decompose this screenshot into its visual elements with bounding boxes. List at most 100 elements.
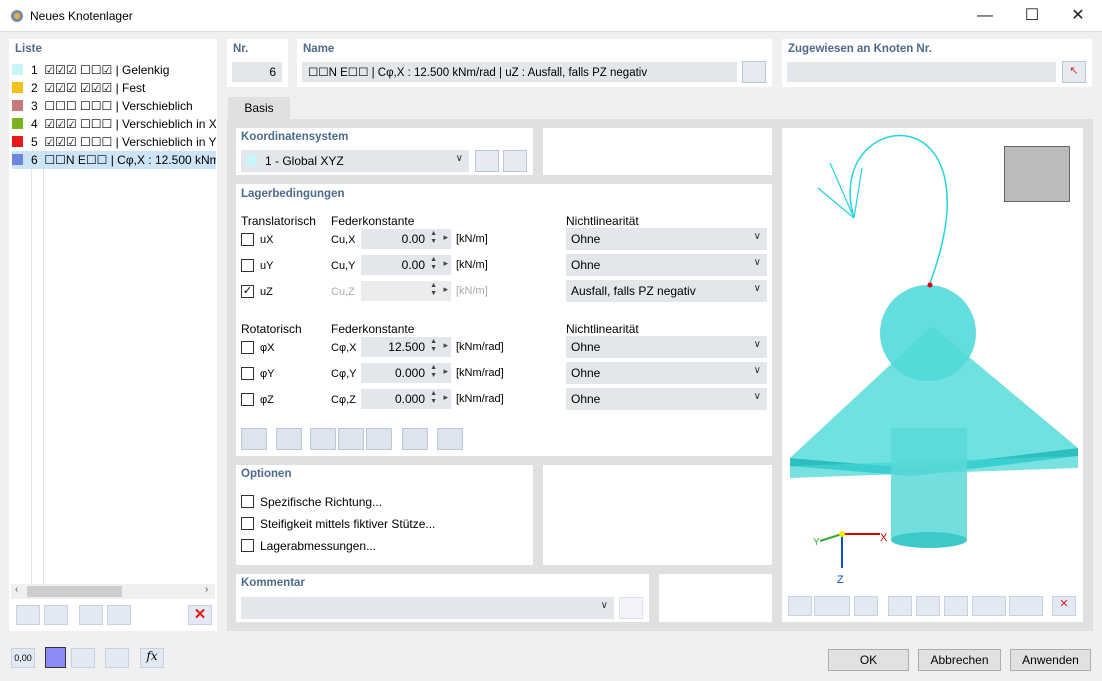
spring-input[interactable]: 0.00 ▲ ▼ ▸ bbox=[361, 255, 451, 275]
nonlinearity-select[interactable]: Ohne ∨ bbox=[566, 336, 767, 358]
nonlinearity-select[interactable]: Ohne ∨ bbox=[566, 388, 767, 410]
horizontal-scrollbar[interactable]: ‹ › bbox=[11, 584, 215, 599]
support-sliding-y-icon[interactable] bbox=[366, 428, 392, 450]
coord-select[interactable]: 1 - Global XYZ ∨ bbox=[241, 150, 469, 172]
option-checkbox[interactable] bbox=[241, 495, 254, 508]
nonlinearity-select[interactable]: Ohne ∨ bbox=[566, 362, 767, 384]
option-checkbox[interactable] bbox=[241, 517, 254, 530]
close-button[interactable]: ✕ bbox=[1055, 0, 1101, 32]
nonlinearity-value: Ohne bbox=[571, 340, 601, 354]
spring-symbol: Cφ,Y bbox=[331, 368, 357, 380]
view-reset-icon[interactable]: ✕ bbox=[1052, 596, 1076, 616]
list-item-text: ☐☐☐ ☐☐☐ | Verschieblich bbox=[44, 99, 193, 113]
spinner-icon[interactable]: ▲ ▼ bbox=[430, 364, 437, 380]
view-z-icon[interactable] bbox=[944, 596, 968, 616]
view-cube[interactable] bbox=[1004, 146, 1070, 202]
nonlinearity-select[interactable]: Ohne ∨ bbox=[566, 254, 767, 276]
new-item-icon[interactable] bbox=[16, 605, 40, 625]
chevron-right-icon[interactable]: ▸ bbox=[443, 392, 448, 403]
preview-3d[interactable]: X Y Z ✕ bbox=[782, 128, 1083, 622]
options-label: Optionen bbox=[241, 468, 292, 480]
spring-input[interactable]: 0.00 ▲ ▼ ▸ bbox=[361, 229, 451, 249]
color-icon[interactable] bbox=[45, 647, 66, 668]
rot-nonlin-label: Nichtlinearität bbox=[566, 322, 639, 336]
copy-item-icon[interactable] bbox=[44, 605, 68, 625]
assigned-field[interactable] bbox=[787, 62, 1056, 82]
minimize-button[interactable]: — bbox=[962, 0, 1008, 32]
ok-button[interactable]: OK bbox=[828, 649, 909, 671]
nonlinearity-select[interactable]: Ohne ∨ bbox=[566, 228, 767, 250]
cancel-button[interactable]: Abbrechen bbox=[918, 649, 1001, 671]
comment-library-icon[interactable] bbox=[619, 597, 643, 619]
trans-spring-label: Federkonstante bbox=[331, 214, 415, 228]
option-label: Steifigkeit mittels fiktiver Stütze... bbox=[260, 517, 436, 531]
nonlinearity-select[interactable]: Ausfall, falls PZ negativ ∨ bbox=[566, 280, 767, 302]
chevron-right-icon[interactable]: ▸ bbox=[443, 340, 448, 351]
view-options-icon[interactable] bbox=[814, 596, 850, 616]
trans-nonlin-label: Nichtlinearität bbox=[566, 214, 639, 228]
list-item[interactable]: 3 ☐☐☐ ☐☐☐ | Verschieblich bbox=[12, 97, 216, 115]
check-all-icon[interactable] bbox=[79, 605, 103, 625]
support-free-icon[interactable] bbox=[241, 428, 267, 450]
apply-button[interactable]: Anwenden bbox=[1010, 649, 1091, 671]
spinner-icon[interactable]: ▲ ▼ bbox=[430, 390, 437, 406]
chevron-right-icon[interactable]: ▸ bbox=[443, 258, 448, 269]
support-checkbox[interactable] bbox=[241, 233, 254, 246]
chevron-right-icon[interactable]: ▸ bbox=[443, 284, 448, 295]
list-item[interactable]: 2 ☑☑☑ ☑☑☑ | Fest bbox=[12, 79, 216, 97]
list-item-text: ☑☑☑ ☑☑☑ | Fest bbox=[44, 81, 146, 95]
view-x-icon[interactable] bbox=[888, 596, 912, 616]
tab-basis[interactable]: Basis bbox=[228, 97, 290, 120]
list-item[interactable]: 1 ☑☑☑ ☐☐☑ | Gelenkig bbox=[12, 61, 216, 79]
nr-panel: Nr. 6 bbox=[227, 39, 288, 87]
view-projection-icon[interactable] bbox=[1009, 596, 1043, 616]
scrollbar-thumb[interactable] bbox=[27, 586, 122, 597]
list-item[interactable]: 6 ☐☐N E☐☐ | Cφ,X : 12.500 kNm/ bbox=[12, 151, 216, 169]
units-icon[interactable]: 0,00 bbox=[11, 648, 35, 668]
view-display-icon[interactable] bbox=[854, 596, 878, 616]
spring-input[interactable]: 12.500 ▲ ▼ ▸ bbox=[361, 337, 451, 357]
info-icon[interactable] bbox=[71, 648, 95, 668]
list-color-swatch bbox=[12, 100, 23, 111]
delete-icon[interactable]: ✕ bbox=[188, 605, 212, 625]
list-item[interactable]: 5 ☑☑☑ ☐☐☐ | Verschieblich in Y' bbox=[12, 133, 216, 151]
spinner-icon[interactable]: ▲ ▼ bbox=[430, 230, 437, 246]
formula-icon[interactable]: fx bbox=[140, 648, 164, 668]
support-checkbox[interactable] bbox=[241, 259, 254, 272]
support-sliding-x-icon[interactable] bbox=[338, 428, 364, 450]
support-dof-label: uZ bbox=[260, 286, 273, 298]
spring-input[interactable]: 0.000 ▲ ▼ ▸ bbox=[361, 389, 451, 409]
spring-input[interactable]: ▲ ▼ ▸ bbox=[361, 281, 451, 301]
name-field[interactable]: ☐☐N E☐☐ | Cφ,X : 12.500 kNm/rad | uZ : A… bbox=[302, 62, 737, 82]
view-icon[interactable] bbox=[105, 648, 129, 668]
view-y-icon[interactable] bbox=[916, 596, 940, 616]
support-checkbox[interactable]: ✓ bbox=[241, 285, 254, 298]
spring-input[interactable]: 0.000 ▲ ▼ ▸ bbox=[361, 363, 451, 383]
spring-value: 0.000 bbox=[394, 366, 425, 380]
pick-node-icon[interactable]: ↖ bbox=[1062, 61, 1086, 83]
spinner-icon[interactable]: ▲ ▼ bbox=[430, 282, 437, 298]
check-selected-icon[interactable] bbox=[107, 605, 131, 625]
view-iso-icon[interactable] bbox=[972, 596, 1006, 616]
comment-select[interactable]: ∨ bbox=[241, 597, 614, 619]
support-checkbox[interactable] bbox=[241, 393, 254, 406]
edit-name-icon[interactable] bbox=[742, 61, 766, 83]
option-checkbox[interactable] bbox=[241, 539, 254, 552]
new-coord-icon[interactable] bbox=[475, 150, 499, 172]
spinner-icon[interactable]: ▲ ▼ bbox=[430, 256, 437, 272]
chevron-right-icon[interactable]: ▸ bbox=[443, 232, 448, 243]
nr-field[interactable]: 6 bbox=[232, 62, 282, 82]
chevron-right-icon[interactable]: ▸ bbox=[443, 366, 448, 377]
support-fullscreen-icon[interactable] bbox=[437, 428, 463, 450]
support-checkbox[interactable] bbox=[241, 367, 254, 380]
spinner-icon[interactable]: ▲ ▼ bbox=[430, 338, 437, 354]
support-fixed-icon[interactable] bbox=[310, 428, 336, 450]
support-checkbox[interactable] bbox=[241, 341, 254, 354]
list-item[interactable]: 4 ☑☑☑ ☐☐☐ | Verschieblich in X' bbox=[12, 115, 216, 133]
edit-coord-icon[interactable] bbox=[503, 150, 527, 172]
support-hinged-icon[interactable] bbox=[276, 428, 302, 450]
view-render-icon[interactable] bbox=[788, 596, 812, 616]
support-restrained-icon[interactable] bbox=[402, 428, 428, 450]
maximize-button[interactable]: ☐ bbox=[1009, 0, 1055, 32]
support-dof-label: φY bbox=[260, 368, 275, 380]
